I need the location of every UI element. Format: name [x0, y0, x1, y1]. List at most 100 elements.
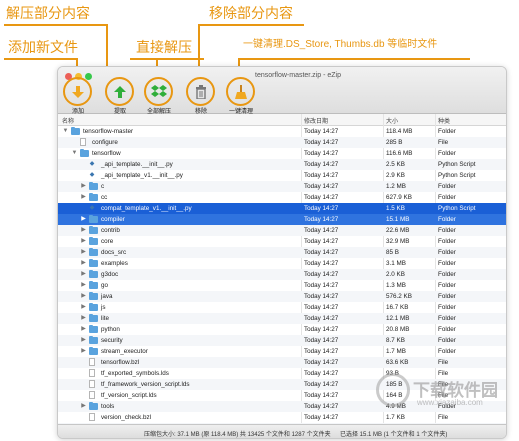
- file-row[interactable]: ▶ cc Today 14:27 627.9 KB Folder: [58, 192, 506, 203]
- disclosure-collapsed-icon[interactable]: ▶: [80, 348, 87, 355]
- column-date[interactable]: 修改日期: [304, 116, 328, 125]
- disclosure-expanded-icon[interactable]: ▼: [62, 128, 69, 135]
- file-name: tf_version_script.lds: [101, 392, 157, 399]
- file-date: Today 14:27: [304, 260, 339, 267]
- file-date: Today 14:27: [304, 403, 339, 410]
- file-size: 63.6 KB: [386, 359, 409, 366]
- disclosure-collapsed-icon[interactable]: ▶: [80, 293, 87, 300]
- cleanup-button[interactable]: 一键清理: [226, 82, 256, 115]
- file-size: 22.6 MB: [386, 227, 410, 234]
- file-date: Today 14:27: [304, 392, 339, 399]
- file-row[interactable]: ▶ lite Today 14:27 12.1 MB Folder: [58, 313, 506, 324]
- file-kind: Python Script: [438, 205, 476, 212]
- file-name: version_check.bzl: [101, 414, 152, 421]
- annotation-cleanup-underline: [238, 58, 470, 60]
- file-date: Today 14:27: [304, 194, 339, 201]
- file-row[interactable]: ▶ docs_src Today 14:27 85 B Folder: [58, 247, 506, 258]
- file-row[interactable]: ◆ _api_template_v1.__init__.py Today 14:27…: [58, 170, 506, 181]
- disclosure-collapsed-icon[interactable]: ▶: [80, 194, 87, 201]
- column-size[interactable]: 大小: [386, 116, 398, 125]
- file-kind: Folder: [438, 150, 456, 157]
- folder-icon: [89, 314, 98, 322]
- disclosure-collapsed-icon[interactable]: ▶: [80, 216, 87, 223]
- file-row[interactable]: tensorflow.bzl Today 14:27 63.6 KB File: [58, 357, 506, 368]
- file-icon: [80, 138, 86, 146]
- extract-button[interactable]: 提取: [105, 82, 135, 115]
- disclosure-collapsed-icon[interactable]: ▶: [80, 227, 87, 234]
- file-row[interactable]: ◆ compat_template_v1.__init__.py Today 14:…: [58, 203, 506, 214]
- disclosure-collapsed-icon[interactable]: ▶: [80, 337, 87, 344]
- file-size: 1.2 MB: [386, 183, 406, 190]
- file-date: Today 14:27: [304, 216, 339, 223]
- disclosure-collapsed-icon[interactable]: ▶: [80, 183, 87, 190]
- folder-icon: [89, 402, 98, 410]
- add-button[interactable]: 添加: [63, 82, 93, 115]
- file-date: Today 14:27: [304, 370, 339, 377]
- watermark-url: www.xiazaiba.com: [417, 398, 483, 407]
- file-row[interactable]: ▶ contrib Today 14:27 22.6 MB Folder: [58, 225, 506, 236]
- file-row[interactable]: ◆ _api_template.__init__.py Today 14:27 2.5…: [58, 159, 506, 170]
- file-kind: Python Script: [438, 161, 476, 168]
- folder-icon: [89, 237, 98, 245]
- file-row[interactable]: ▶ js Today 14:27 16.7 KB Folder: [58, 302, 506, 313]
- file-row[interactable]: ▶ go Today 14:27 1.3 MB Folder: [58, 280, 506, 291]
- remove-button[interactable]: 移除: [186, 82, 216, 115]
- python-file-icon: ◆: [89, 205, 95, 211]
- disclosure-collapsed-icon[interactable]: ▶: [80, 238, 87, 245]
- file-kind: Folder: [438, 337, 456, 344]
- file-name: tensorflow-master: [83, 128, 134, 135]
- folder-icon: [89, 259, 98, 267]
- disclosure-collapsed-icon[interactable]: ▶: [80, 326, 87, 333]
- file-date: Today 14:27: [304, 304, 339, 311]
- column-name[interactable]: 名称: [62, 116, 74, 125]
- disclosure-collapsed-icon[interactable]: ▶: [80, 249, 87, 256]
- disclosure-expanded-icon[interactable]: ▼: [71, 150, 78, 157]
- file-row[interactable]: ▼ tensorflow-master Today 14:27 118.4 MB Fol…: [58, 126, 506, 137]
- file-row[interactable]: ▶ stream_executor Today 14:27 1.7 MB Folder: [58, 346, 506, 357]
- file-name: stream_executor: [101, 348, 148, 355]
- folder-icon: [89, 347, 98, 355]
- file-kind: Folder: [438, 128, 456, 135]
- disclosure-collapsed-icon[interactable]: ▶: [80, 282, 87, 289]
- file-name: configure: [92, 139, 118, 146]
- file-kind: Folder: [438, 194, 456, 201]
- file-row[interactable]: ▶ core Today 14:27 32.9 MB Folder: [58, 236, 506, 247]
- file-date: Today 14:27: [304, 315, 339, 322]
- file-size: 8.7 KB: [386, 337, 405, 344]
- folder-icon: [89, 292, 98, 300]
- file-date: Today 14:27: [304, 128, 339, 135]
- file-date: Today 14:27: [304, 326, 339, 333]
- file-kind: File: [438, 359, 449, 366]
- status-bar: 压缩包大小: 37.1 MB (原 118.4 MB) 共 13425 个文件和…: [58, 424, 506, 438]
- disclosure-collapsed-icon[interactable]: ▶: [80, 304, 87, 311]
- file-row[interactable]: ▶ python Today 14:27 20.8 MB Folder: [58, 324, 506, 335]
- watermark-logo-icon: [376, 373, 410, 407]
- file-kind: Folder: [438, 249, 456, 256]
- file-name: _api_template.__init__.py: [101, 161, 173, 168]
- file-size: 32.9 MB: [386, 238, 410, 245]
- file-row[interactable]: ▶ c Today 14:27 1.2 MB Folder: [58, 181, 506, 192]
- disclosure-collapsed-icon[interactable]: ▶: [80, 271, 87, 278]
- column-kind[interactable]: 种类: [438, 116, 450, 125]
- file-icon: [89, 358, 95, 366]
- file-kind: Folder: [438, 260, 456, 267]
- file-date: Today 14:27: [304, 150, 339, 157]
- file-row[interactable]: ▶ security Today 14:27 8.7 KB Folder: [58, 335, 506, 346]
- file-kind: Folder: [438, 238, 456, 245]
- file-name: g3doc: [101, 271, 119, 278]
- file-row[interactable]: configure Today 14:27 285 B File: [58, 137, 506, 148]
- disclosure-collapsed-icon[interactable]: ▶: [80, 403, 87, 410]
- file-kind: Folder: [438, 326, 456, 333]
- file-icon: [89, 380, 95, 388]
- extract-all-button[interactable]: 全部解压: [144, 82, 174, 115]
- file-row[interactable]: version_check.bzl Today 14:27 1.7 KB File: [58, 412, 506, 423]
- file-row[interactable]: ▶ compiler Today 14:27 15.1 MB Folder: [58, 214, 506, 225]
- status-archive-info: 压缩包大小: 37.1 MB (原 118.4 MB) 共 13425 个文件和…: [144, 432, 331, 438]
- file-row[interactable]: ▶ g3doc Today 14:27 2.0 KB Folder: [58, 269, 506, 280]
- disclosure-collapsed-icon[interactable]: ▶: [80, 260, 87, 267]
- file-row[interactable]: ▶ examples Today 14:27 3.1 MB Folder: [58, 258, 506, 269]
- file-row[interactable]: ▶ java Today 14:27 576.2 KB Folder: [58, 291, 506, 302]
- file-name: java: [101, 293, 113, 300]
- file-row[interactable]: ▼ tensorflow Today 14:27 116.6 MB Folder: [58, 148, 506, 159]
- disclosure-collapsed-icon[interactable]: ▶: [80, 315, 87, 322]
